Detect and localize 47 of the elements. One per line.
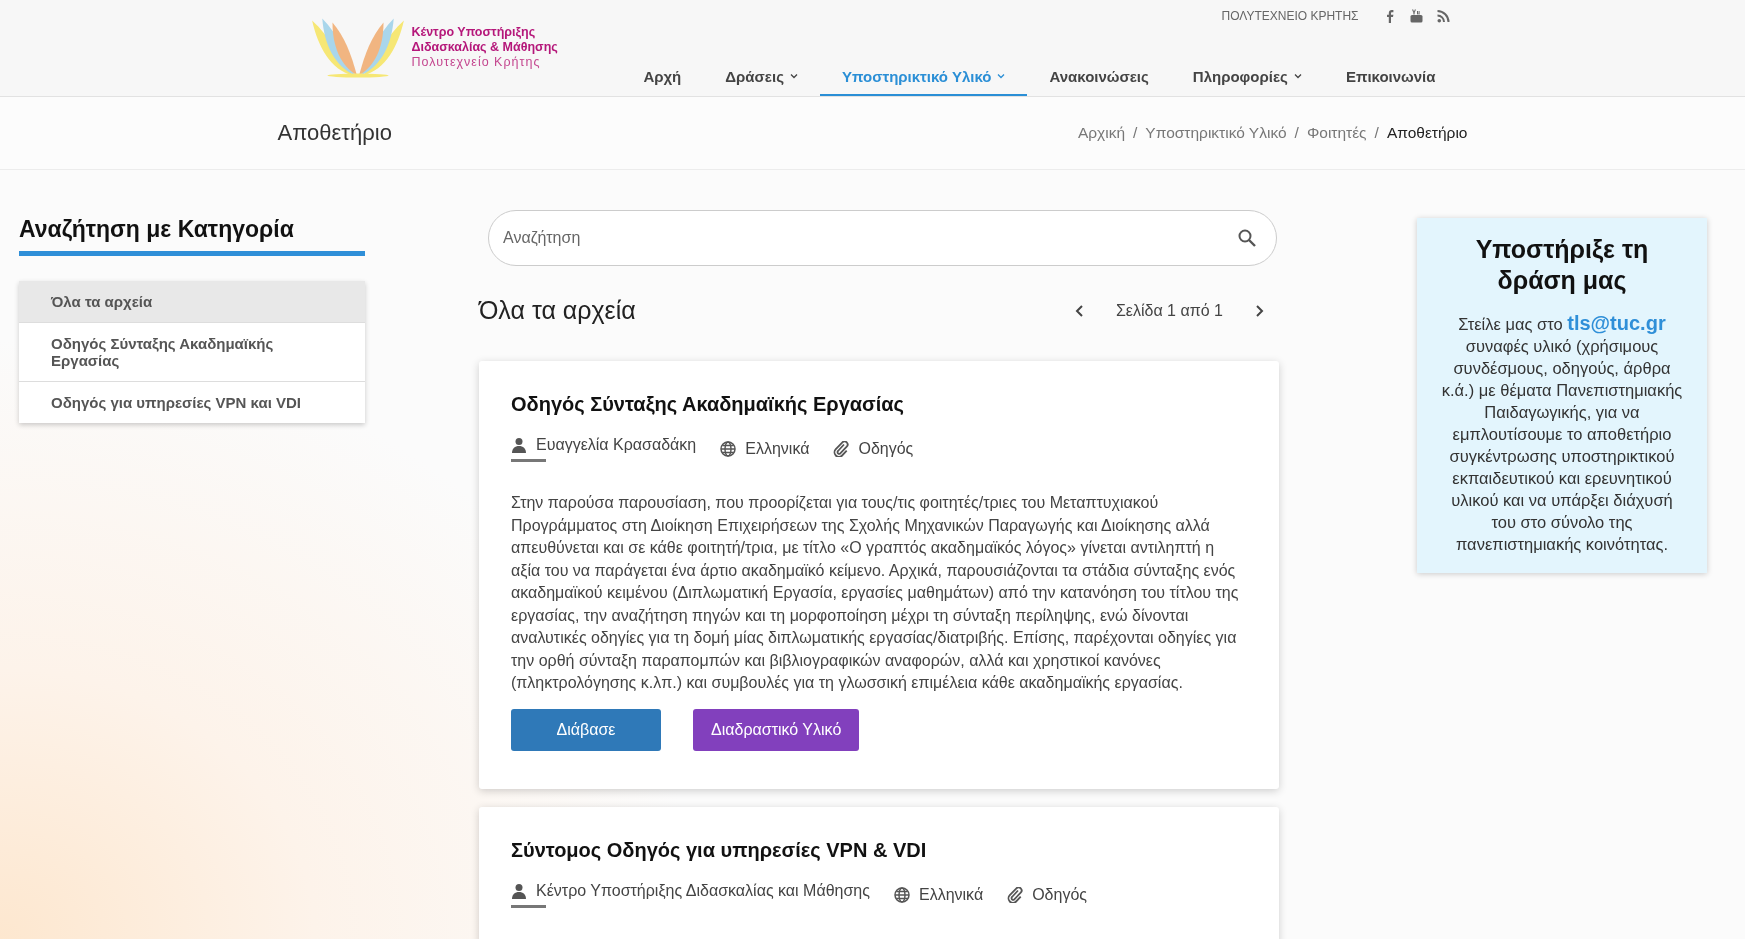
nav-link[interactable]: Αρχή <box>621 58 704 96</box>
person-icon <box>511 437 527 453</box>
breadcrumb-current: Αποθετήριο <box>1386 124 1468 142</box>
page-indicator: Σελίδα 1 από 1 <box>1115 301 1223 320</box>
email-link[interactable]: tls@tuc.gr <box>1567 312 1666 334</box>
read-button[interactable]: Διάβασε <box>511 708 661 751</box>
sidebar-heading: Αναζήτηση με Κατηγορία <box>19 210 365 256</box>
support-heading: Υποστήριξε τη δράση μας <box>1474 234 1650 296</box>
person-icon <box>511 882 527 899</box>
search-field[interactable]: Αναζήτηση <box>488 210 1277 266</box>
interactive-material-button[interactable]: Διαδραστικό Υλικό <box>693 708 860 751</box>
author-name: Κέντρο Υποστήριξης Διδασκαλίας και Μάθησης <box>536 881 870 900</box>
logo-text: Διδασκαλίας & Μάθησης <box>411 39 558 55</box>
search-icon[interactable] <box>1237 228 1257 248</box>
breadcrumb-link[interactable]: Υποστηρικτικό Υλικό <box>1145 124 1287 142</box>
nav-link[interactable]: Ανακοινώσεις <box>1027 58 1171 96</box>
document-type: Οδηγός <box>1032 885 1087 904</box>
paperclip-icon <box>1007 886 1024 903</box>
logo-text: Κέντρο Υποστήριξης <box>411 24 537 40</box>
logo-text: Πολυτεχνείο Κρήτης <box>411 54 542 70</box>
category-item[interactable]: Οδηγός Σύνταξης Ακαδημαϊκής Εργασίας <box>19 323 365 382</box>
paperclip-icon <box>833 441 850 457</box>
document-title: Οδηγός Σύνταξης Ακαδημαϊκής Εργασίας <box>511 393 906 416</box>
globe-icon <box>720 441 737 457</box>
author-name: Ευαγγελία Κρασαδάκη <box>536 436 697 454</box>
breadcrumb-separator: / <box>1133 124 1138 142</box>
youtube-icon[interactable] <box>1409 9 1423 23</box>
document-title: Σύντομος Οδηγός για υπηρεσίες VPN & VDI <box>511 838 928 862</box>
breadcrumb-link[interactable]: Φοιτητές <box>1306 124 1367 142</box>
document-description: Στην παρούσα παρουσίαση, που προορίζεται για τους/τις φοιτητές/τριες του Μεταπτυχιακού Προγράμματος στη Διοίκηση Επιχειρήσεων της Σχολής Μηχανικών Παραγωγής και Διοίκησης αλλά απευθύνεται και σε κάθε φοιτητή/τρια, με τίτλο «Ο γραπτός ακαδημαϊκός λόγος» γίνεται αντιληπτή η αξία του να παράγεται ένα άρτιο ακαδημαϊκό κείμενο. Αρχικά, παρουσιάζονται τα στάδια σύνταξης ενός ακαδημαϊκού κειμένου (Διπλωματική Εργασία, εργασίες μαθημάτων) από την κατανόηση του τίτλου της εργασίας, την αναζήτηση πηγών και τη μορφοποίηση μέχρι τη σύνταξη περίληψης, ενώ δίνονται αναλυτικές οδηγίες για τη δομή μίας διπλωματικής εργασίας/διατριβής. Επίσης, παρέχονται οδηγίες για την ορθή σύνταξη παραπομπών και βιβλιογραφικών αναφορών, αλλά και χρηστικοί κανόνες (πληκτρολόγησης κ.λπ.) και συμβουλές για τη γλωσσική επιμέλεια κάθε ακαδημαϊκής εργασίας. <box>511 493 1240 693</box>
support-text: Στείλε μας στο tls@tuc.gr συναφές υλικό (χρήσιμους συνδέσμους, οδηγούς, άρθρα κ.ά.) με θέματα Πανεπιστημιακής Παιδαγωγικής, για να εμπλουτίσουμε το αποθετήριο συγκέντρωσης υποστηρικτικού εκπαιδευτικού και ερευνητικού υλικού και να υπάρξει διάχυσή του στο σύνολο της πανεπιστημιακής κοινότητας. <box>1440 312 1684 555</box>
university-link[interactable]: ΠΟΛΥΤΕΧΝΕΙΟ ΚΡΗΤΗΣ <box>1221 9 1359 23</box>
document-type: Οδηγός <box>858 440 914 458</box>
language-label: Ελληνικά <box>918 885 984 904</box>
list-heading: Όλα τα αρχεία <box>479 296 636 325</box>
nav-link[interactable]: Επικοινωνία <box>1323 58 1458 96</box>
language-label: Ελληνικά <box>745 440 810 458</box>
nav-link[interactable]: Δράσεις <box>703 58 820 96</box>
rss-icon[interactable] <box>1436 9 1450 23</box>
globe-icon <box>893 886 910 903</box>
breadcrumb-separator: / <box>1294 124 1299 142</box>
breadcrumb-separator: / <box>1374 124 1379 142</box>
page-title: Αποθετήριο <box>277 120 392 146</box>
breadcrumb-link[interactable]: Αρχική <box>1077 124 1126 142</box>
category-item[interactable]: Οδηγός για υπηρεσίες VPN και VDI <box>19 382 365 423</box>
category-item[interactable]: Όλα τα αρχεία <box>19 281 365 323</box>
nav-link[interactable]: Πληροφορίες <box>1170 58 1324 96</box>
